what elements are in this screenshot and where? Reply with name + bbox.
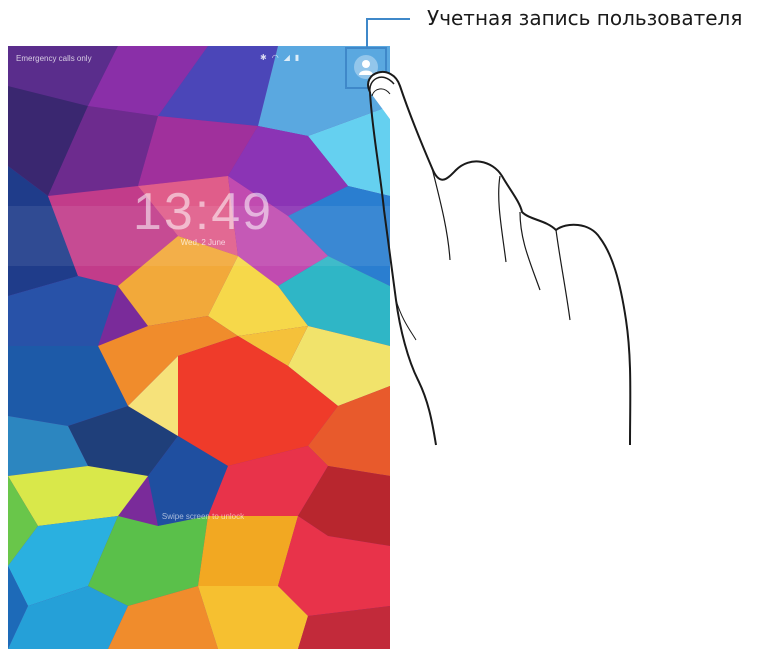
hand-pointer-icon [367,70,632,446]
